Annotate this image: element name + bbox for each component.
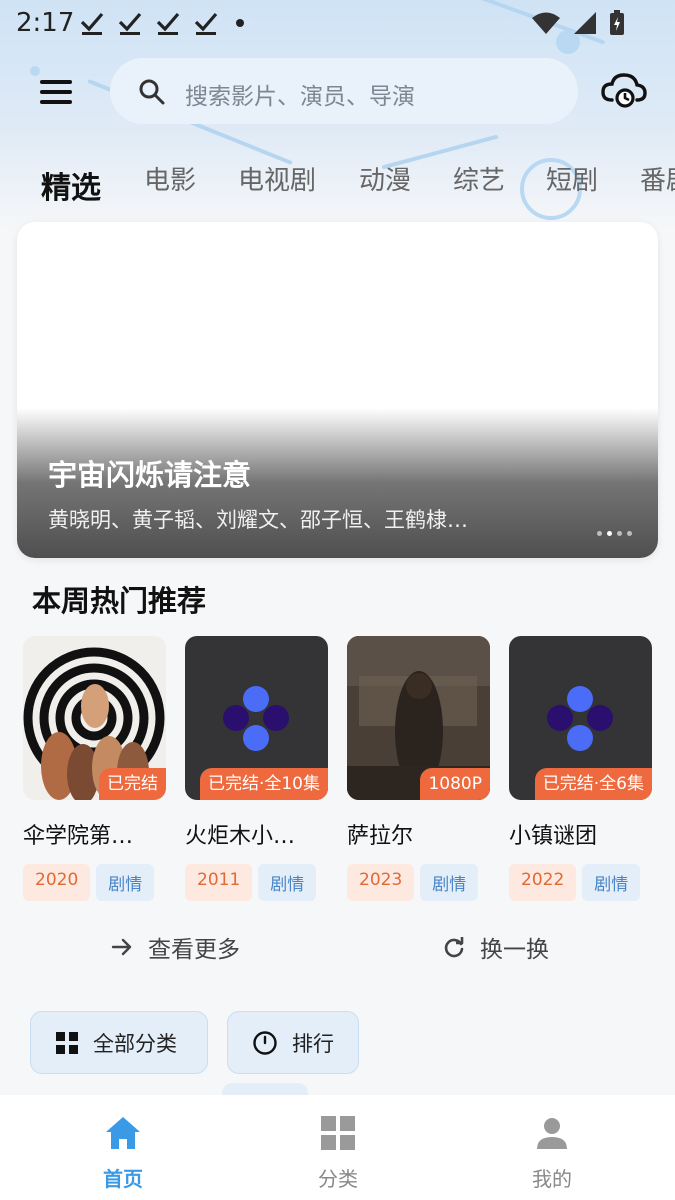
refresh-icon [444,937,464,958]
nav-home-label: 首页 [103,1167,143,1191]
media-card[interactable]: 1080P 萨拉尔 2023 剧情 [347,636,490,901]
card-title: 小镇谜团 [509,824,598,849]
ranking-label: 排行 [292,1031,334,1056]
section-title: 本周热门推荐 [32,584,207,618]
card-title: 萨拉尔 [347,824,414,849]
all-categories-label: 全部分类 [93,1031,177,1056]
status-badge: 已完结·全10集 [199,768,328,800]
tab-bangumi[interactable]: 番剧 [640,160,675,197]
menu-button[interactable] [36,76,76,108]
check-icon [80,12,104,35]
nav-profile[interactable]: 我的 [492,1113,612,1192]
status-badge: 已完结 [99,768,166,800]
year-tag: 2020 [23,864,91,901]
tab-featured[interactable]: 精选 [41,163,101,207]
banner-title: 宇宙闪烁请注意 [48,458,252,492]
home-icon [106,1117,140,1149]
card-tags: 2023 剧情 [347,864,490,901]
nav-categories[interactable]: 分类 [278,1113,398,1192]
media-card[interactable]: 已完结·全6集 小镇谜团 2022 剧情 [509,636,652,901]
genre-tag: 剧情 [582,864,641,901]
search-icon [139,79,165,105]
tab-short-drama[interactable]: 短剧 [546,160,598,197]
quality-badge: 1080P [420,768,490,800]
view-more-button[interactable]: 查看更多 [110,930,240,964]
check-icon [118,12,142,35]
wifi-icon [532,12,560,34]
cloud-button[interactable] [600,70,650,114]
decorative-circle [30,66,40,76]
genre-tag: 剧情 [258,864,317,901]
cloud-icon [601,73,647,108]
card-title: 火炬木小… [185,824,296,849]
poster-image: 1080P [347,636,490,800]
nav-home[interactable]: 首页 [63,1113,183,1192]
status-time: 2:17 [16,8,75,38]
search-input[interactable]: 搜索影片、演员、导演 [110,58,578,124]
nav-profile-label: 我的 [532,1167,572,1191]
signal-icon [574,12,596,34]
card-title: 伞学院第… [23,824,134,849]
person-icon [537,1118,567,1149]
tab-movies[interactable]: 电影 [144,160,196,197]
tab-anime[interactable]: 动漫 [359,160,411,197]
grid-icon [321,1116,355,1150]
banner-pagination [597,531,632,536]
check-icon [156,12,180,35]
refresh-label: 换一换 [480,937,549,963]
poster-image: 已完结·全10集 [185,636,328,800]
grid-icon [56,1031,78,1054]
system-icons [531,10,625,36]
year-tag: 2023 [347,864,415,901]
media-card[interactable]: 已完结 伞学院第… 2020 剧情 [23,636,166,901]
card-tags: 2022 剧情 [509,864,652,901]
poster-image: 已完结 [23,636,166,800]
year-tag: 2011 [185,864,253,901]
featured-banner[interactable]: 宇宙闪烁请注意 黄晓明、黄子韬、刘耀文、邵子恒、王鹤棣… [17,222,658,558]
tab-tv-series[interactable]: 电视剧 [238,160,316,197]
view-more-label: 查看更多 [148,937,240,963]
check-icon [194,12,218,35]
notification-icons [80,10,248,36]
year-tag: 2022 [509,864,577,901]
card-tags: 2011 剧情 [185,864,328,901]
all-categories-button[interactable]: 全部分类 [30,1011,208,1074]
status-bar: 2:17 [0,0,675,46]
banner-cast: 黄晓明、黄子韬、刘耀文、邵子恒、王鹤棣… [48,508,468,532]
arrow-right-icon [111,938,132,956]
status-badge: 已完结·全6集 [534,768,652,800]
ranking-icon [253,1030,277,1055]
media-card[interactable]: 已完结·全10集 火炬木小… 2011 剧情 [185,636,328,901]
poster-image: 已完结·全6集 [509,636,652,800]
genre-tag: 剧情 [420,864,479,901]
search-placeholder: 搜索影片、演员、导演 [185,84,415,110]
card-tags: 2020 剧情 [23,864,166,901]
tab-variety[interactable]: 综艺 [453,160,505,197]
genre-tag: 剧情 [96,864,155,901]
nav-categories-label: 分类 [318,1167,358,1191]
category-tabs: 精选 电影 电视剧 动漫 综艺 短剧 番剧 [0,150,675,210]
refresh-button[interactable]: 换一换 [442,930,549,964]
battery-charging-icon [610,10,624,35]
ranking-button[interactable]: 排行 [227,1011,359,1074]
dot-icon [236,19,244,27]
bottom-navigation: 首页 分类 我的 [0,1095,675,1200]
